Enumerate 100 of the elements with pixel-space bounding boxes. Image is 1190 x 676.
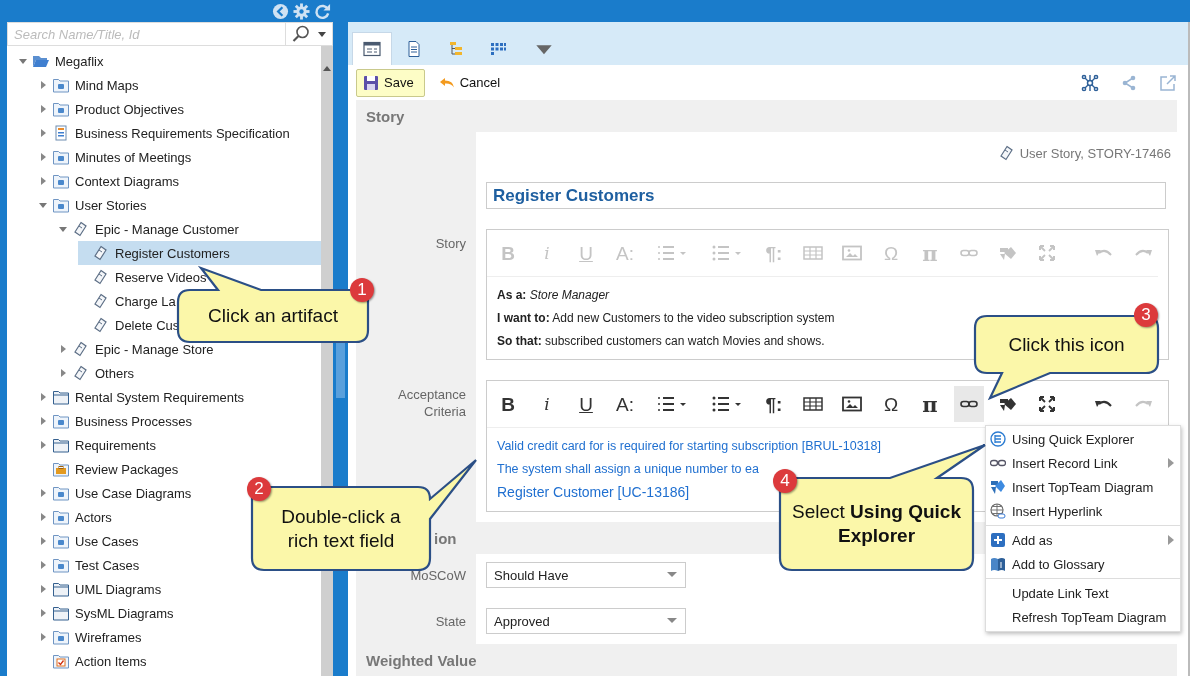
tree-item[interactable]: Requirements — [38, 433, 159, 457]
section-title: Story — [366, 107, 405, 125]
collapsed-arrow-icon[interactable] — [58, 344, 68, 354]
callout-text: Click this icon — [1008, 332, 1125, 357]
document-icon — [52, 125, 70, 141]
collapsed-arrow-icon[interactable] — [38, 152, 48, 162]
collapsed-arrow-icon[interactable] — [38, 104, 48, 114]
format-button[interactable]: π — [915, 386, 945, 422]
collapsed-arrow-icon[interactable] — [38, 392, 48, 402]
folder-icon — [52, 173, 70, 189]
field-label: Story — [434, 235, 466, 252]
title-field[interactable]: Register Customers — [486, 182, 1166, 209]
collapsed-arrow-icon[interactable] — [38, 488, 48, 498]
back-icon[interactable] — [272, 2, 289, 20]
collapsed-arrow-icon[interactable] — [38, 632, 48, 642]
format-button[interactable]: B — [493, 386, 523, 422]
folder-icon — [52, 557, 70, 573]
tree-item[interactable]: Product Objectives — [38, 97, 188, 121]
folder-icon — [52, 77, 70, 93]
hierarchy-icon — [447, 40, 465, 57]
dropdown-field[interactable]: Approved — [486, 608, 686, 634]
menu-item[interactable]: Add to Glossary — [986, 552, 1180, 576]
format-button[interactable]: ¶: — [759, 386, 789, 422]
tree-item[interactable]: Epic - Manage Customer — [58, 217, 242, 241]
save-button[interactable]: Save — [356, 68, 425, 97]
dropdown-field[interactable]: Should Have — [486, 562, 686, 588]
diagram-icon — [998, 396, 1018, 412]
folder-icon — [52, 533, 70, 549]
tree-item[interactable]: Charge La — [78, 289, 179, 313]
plus-icon — [990, 532, 1006, 548]
tree-item[interactable]: Business Processes — [38, 409, 196, 433]
collapsed-arrow-icon[interactable] — [58, 368, 68, 378]
tree-item[interactable]: Use Case Diagrams — [38, 481, 195, 505]
scroll-up-arrow-icon[interactable] — [323, 66, 331, 71]
tree-item[interactable]: Register Customers — [78, 241, 321, 265]
collapsed-arrow-icon[interactable] — [38, 608, 48, 618]
format-button[interactable]: A: — [610, 386, 640, 422]
bullet-list-icon — [710, 395, 744, 413]
pop-out-icon[interactable] — [1159, 73, 1177, 92]
share-icon[interactable] — [1120, 73, 1138, 92]
expanded-arrow-icon[interactable] — [38, 200, 48, 210]
collapsed-arrow-icon[interactable] — [38, 584, 48, 594]
search-icon[interactable] — [292, 25, 310, 43]
tree-item[interactable]: Wireframes — [38, 625, 145, 649]
tree-item[interactable]: Rental System Requirements — [38, 385, 248, 409]
section-title: ion — [434, 529, 457, 547]
cancel-button[interactable]: Cancel — [438, 74, 501, 91]
criteria-link[interactable]: The system shall assign a unique number to ea — [497, 462, 759, 476]
collapsed-arrow-icon[interactable] — [38, 176, 48, 186]
tree-item[interactable]: Context Diagrams — [38, 169, 183, 193]
tree-item[interactable]: Action Items — [38, 649, 150, 673]
view-tab[interactable] — [352, 32, 392, 65]
collapsed-arrow-icon[interactable] — [38, 416, 48, 426]
settings-icon[interactable] — [293, 2, 310, 20]
criteria-link[interactable]: Register Customer [UC-13186] — [497, 484, 690, 500]
submenu-arrow-icon — [1168, 535, 1174, 545]
tree-item[interactable]: UML Diagrams — [38, 577, 165, 601]
numbered-list-icon — [655, 244, 689, 262]
tree-item[interactable]: Mind Maps — [38, 73, 142, 97]
collapsed-arrow-icon[interactable] — [38, 536, 48, 546]
diagram-icon — [990, 479, 1006, 495]
collapsed-arrow-icon[interactable] — [38, 512, 48, 522]
menu-item[interactable]: Refresh TopTeam Diagram — [986, 605, 1180, 629]
tree-item[interactable]: Minutes of Meetings — [38, 145, 195, 169]
tree-item[interactable]: User Stories — [38, 193, 150, 217]
tree-item[interactable]: Use Cases — [38, 529, 142, 553]
format-button[interactable]: U — [571, 386, 601, 422]
criteria-link[interactable]: Valid credit card for is required for starting subscription [BRUL-10318] — [497, 439, 881, 453]
tree-item[interactable]: Epic - Manage Store — [58, 337, 217, 361]
tree-item[interactable]: Test Cases — [38, 553, 143, 577]
menu-item[interactable]: Update Link Text — [986, 581, 1180, 605]
caret-icon[interactable] — [318, 31, 326, 37]
tree-item[interactable]: Others — [58, 361, 137, 385]
network-icon[interactable] — [1081, 73, 1099, 92]
explorer-icon — [990, 431, 1006, 447]
collapsed-arrow-icon[interactable] — [38, 560, 48, 570]
fullscreen-icon — [1037, 245, 1057, 261]
tree-item[interactable]: SysML Diagrams — [38, 601, 177, 625]
tree-item[interactable]: Megaflix — [18, 49, 107, 73]
tree-item[interactable]: Actors — [38, 505, 115, 529]
collapsed-arrow-icon[interactable] — [38, 440, 48, 450]
expanded-arrow-icon[interactable] — [18, 56, 28, 66]
expanded-arrow-icon[interactable] — [58, 224, 68, 234]
refresh-icon[interactable] — [314, 2, 331, 20]
format-button[interactable]: Ω — [876, 386, 906, 422]
folder-icon — [52, 509, 70, 525]
format-button[interactable]: i — [532, 386, 562, 422]
folder-icon — [52, 485, 70, 501]
tree-item[interactable]: Business Requirements Specification — [38, 121, 293, 145]
collapsed-arrow-icon[interactable] — [38, 80, 48, 90]
folder-icon — [52, 605, 70, 621]
link-button[interactable] — [954, 386, 984, 422]
open-folder-icon — [32, 53, 50, 69]
grid-icon — [489, 40, 507, 57]
folder-icon — [52, 581, 70, 597]
menu-item[interactable]: Add as — [986, 528, 1180, 552]
tree-item[interactable]: Review Packages — [38, 457, 182, 481]
collapsed-arrow-icon[interactable] — [38, 128, 48, 138]
search-field[interactable]: Search Name/Title, Id — [7, 22, 333, 46]
tree-item[interactable]: Reserve Videos — [78, 265, 210, 289]
